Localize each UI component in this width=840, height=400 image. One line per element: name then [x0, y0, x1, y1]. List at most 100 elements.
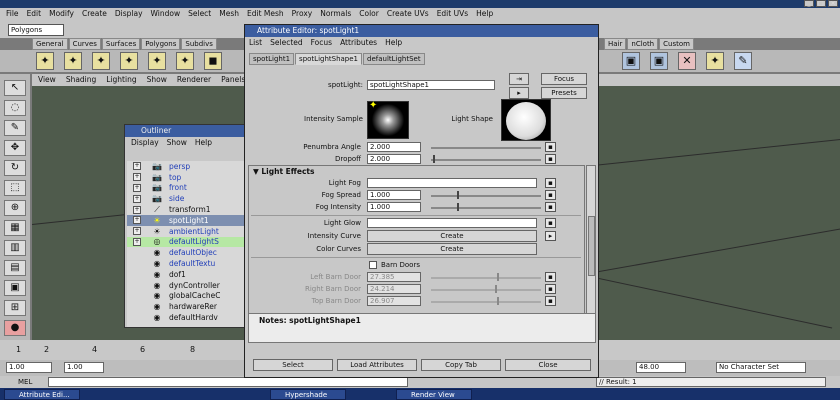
map-button-icon[interactable]: ▪ — [545, 272, 556, 282]
shelf-tab-curves[interactable]: Curves — [68, 38, 101, 50]
select-tool-icon[interactable]: ↖ — [4, 80, 26, 96]
focus-button[interactable]: Focus — [541, 73, 587, 85]
spotlight-shelf-icon[interactable]: ✦ — [36, 52, 54, 70]
top-barn-door-slider-knob[interactable] — [497, 297, 499, 305]
fog-intensity-slider-knob[interactable] — [457, 203, 459, 211]
menu-color[interactable]: Color — [359, 8, 379, 20]
outliner-item[interactable]: + 📷 top — [127, 172, 245, 183]
ae-menu-list[interactable]: List — [249, 37, 262, 49]
expand-icon[interactable]: + — [133, 183, 141, 192]
create-intensity-curve-button[interactable]: Create — [367, 230, 537, 242]
ae-menu-focus[interactable]: Focus — [311, 37, 332, 49]
outliner-item-selected[interactable]: + ☀ spotLight1 — [127, 214, 245, 226]
layout-icon[interactable]: ⊞ — [4, 300, 26, 316]
panel-menu-view[interactable]: View — [38, 74, 56, 86]
scrollbar-thumb[interactable] — [588, 216, 595, 276]
playback-start-field[interactable]: 1.00 — [64, 362, 104, 373]
menu-modify[interactable]: Modify — [49, 8, 74, 20]
copy-tab-button[interactable]: Copy Tab — [421, 359, 501, 371]
right-barn-door-slider[interactable] — [431, 289, 541, 291]
menu-window[interactable]: Window — [151, 8, 181, 20]
rotate-tool-icon[interactable]: ↻ — [4, 160, 26, 176]
fog-intensity-slider[interactable] — [431, 207, 541, 209]
go-to-output-icon[interactable]: ▸ — [509, 87, 529, 99]
top-barn-door-slider[interactable] — [431, 301, 541, 303]
outliner-item[interactable]: + ◎ defaultLightS — [127, 236, 245, 248]
tab-defaultlightset[interactable]: defaultLightSet — [363, 53, 425, 65]
menu-normals[interactable]: Normals — [320, 8, 351, 20]
outliner-item[interactable]: ◉ dynController — [127, 280, 245, 291]
outliner-item[interactable]: ◉ defaultTextu — [127, 258, 245, 269]
light-shelf-icon[interactable]: ✦ — [706, 52, 724, 70]
light-fog-field[interactable] — [367, 178, 537, 188]
task-render-view[interactable]: Render View — [396, 389, 472, 400]
penumbra-angle-field[interactable]: 2.000 — [367, 142, 421, 152]
outliner-item[interactable]: ◉ globalCacheC — [127, 291, 245, 302]
character-set-field[interactable]: No Character Set — [716, 362, 806, 373]
map-button-icon[interactable]: ▪ — [545, 190, 556, 200]
outliner-menu-help[interactable]: Help — [195, 137, 212, 149]
delete-shelf-icon[interactable]: ✕ — [678, 52, 696, 70]
fog-intensity-field[interactable]: 1.000 — [367, 202, 421, 212]
outliner-item[interactable]: + 📷 persp — [127, 161, 245, 172]
menu-file[interactable]: File — [6, 8, 19, 20]
tab-spotlightshape1[interactable]: spotLightShape1 — [295, 53, 363, 65]
spotlight-shelf-icon[interactable]: ✦ — [148, 52, 166, 70]
map-button-icon[interactable]: ▪ — [545, 178, 556, 188]
task-hypershade[interactable]: Hypershade — [270, 389, 346, 400]
end-time-field[interactable]: 48.00 — [636, 362, 686, 373]
outliner-item[interactable]: ◉ defaultHardv — [127, 312, 245, 323]
menu-proxy[interactable]: Proxy — [292, 8, 313, 20]
move-tool-icon[interactable]: ✥ — [4, 140, 26, 156]
right-barn-door-field[interactable]: 24.214 — [367, 284, 421, 294]
render-shelf-icon[interactable]: ▣ — [622, 52, 640, 70]
render-shelf-icon[interactable]: ▣ — [650, 52, 668, 70]
menu-help[interactable]: Help — [476, 8, 493, 20]
left-barn-door-slider[interactable] — [431, 277, 541, 279]
expand-icon[interactable]: + — [133, 216, 141, 225]
fog-spread-slider[interactable] — [431, 195, 541, 197]
map-button-icon[interactable]: ▪ — [545, 218, 556, 228]
vertical-scrollbar[interactable] — [586, 165, 596, 331]
shelf-tab-surfaces[interactable]: Surfaces — [101, 38, 141, 50]
right-barn-door-slider-knob[interactable] — [495, 285, 497, 293]
outliner-item[interactable]: ◉ hardwareRer — [127, 301, 245, 312]
script-icon[interactable]: ● — [4, 320, 26, 336]
paint-tool-icon[interactable]: ✎ — [4, 120, 26, 136]
spotlight-shelf-icon[interactable]: ✦ — [92, 52, 110, 70]
expand-icon[interactable]: + — [133, 162, 141, 171]
select-button[interactable]: Select — [253, 359, 333, 371]
outliner-item[interactable]: + 📷 front — [127, 183, 245, 194]
menu-display[interactable]: Display — [115, 8, 143, 20]
menu-create[interactable]: Create — [82, 8, 107, 20]
camera-shelf-icon[interactable]: ◼ — [204, 52, 222, 70]
panel-menu-lighting[interactable]: Lighting — [106, 74, 136, 86]
map-button-icon[interactable]: ▪ — [545, 296, 556, 306]
spotlight-shelf-icon[interactable]: ✦ — [64, 52, 82, 70]
barn-doors-checkbox[interactable] — [369, 261, 377, 269]
maximize-icon[interactable]: □ — [816, 0, 826, 7]
collapse-triangle-icon[interactable]: ▼ — [253, 167, 259, 176]
ae-menu-help[interactable]: Help — [385, 37, 402, 49]
menu-set-dropdown[interactable]: Polygons — [8, 24, 64, 36]
close-button[interactable]: Close — [505, 359, 591, 371]
ae-menu-attributes[interactable]: Attributes — [340, 37, 377, 49]
spotlight-shelf-icon[interactable]: ✦ — [120, 52, 138, 70]
layout-icon[interactable]: ▦ — [4, 220, 26, 236]
presets-button[interactable]: Presets — [541, 87, 587, 99]
map-button-icon[interactable]: ▪ — [545, 284, 556, 294]
minimize-icon[interactable]: _ — [804, 0, 814, 7]
scale-tool-icon[interactable]: ⬚ — [4, 180, 26, 196]
map-button-icon[interactable]: ▪ — [545, 202, 556, 212]
node-name-field[interactable]: spotLightShape1 — [367, 80, 495, 90]
layout-icon[interactable]: ▣ — [4, 280, 26, 296]
outliner-menu-display[interactable]: Display — [131, 137, 159, 149]
outliner-item[interactable]: + 📷 side — [127, 193, 245, 204]
create-color-curves-button[interactable]: Create — [367, 243, 537, 255]
start-time-field[interactable]: 1.00 — [6, 362, 52, 373]
load-attributes-button[interactable]: Load Attributes — [337, 359, 417, 371]
top-barn-door-field[interactable]: 26.907 — [367, 296, 421, 306]
dropoff-slider-knob[interactable] — [433, 155, 435, 163]
dropoff-field[interactable]: 2.000 — [367, 154, 421, 164]
close-icon[interactable]: × — [828, 0, 838, 7]
